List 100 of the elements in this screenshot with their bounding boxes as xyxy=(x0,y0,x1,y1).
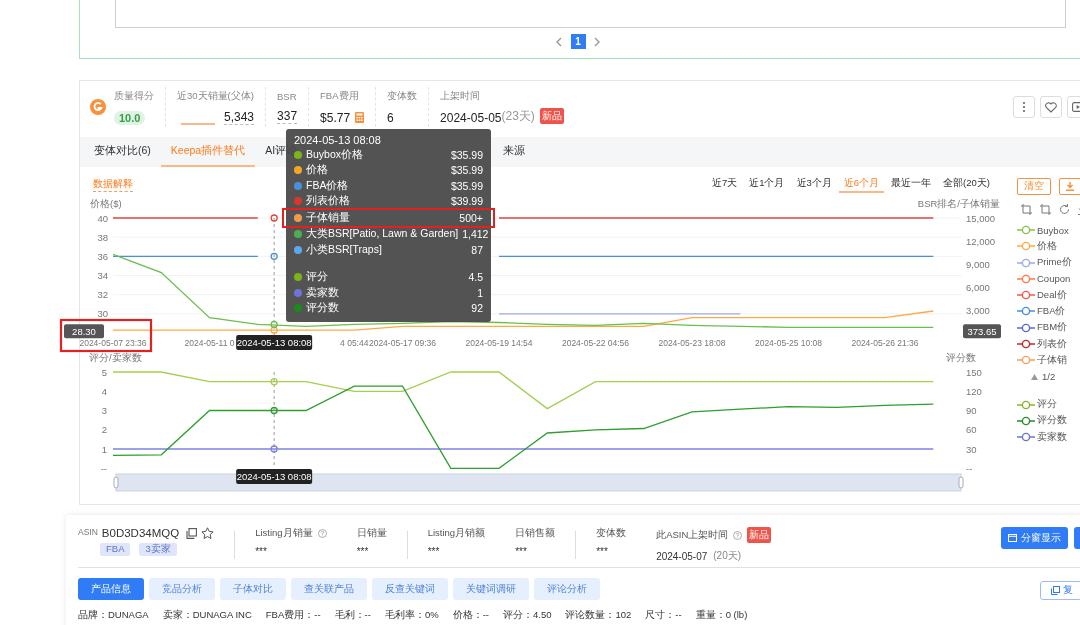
tooltip-series-name: FBA价格 xyxy=(306,178,349,193)
axis-tick-label: 12,000 xyxy=(966,235,996,247)
tooltip-series-name: 子体销量 xyxy=(306,210,350,225)
product-attribute: 价格：-- xyxy=(452,609,489,622)
pointer-time-label: 2024-05-13 08:08 xyxy=(236,469,313,484)
axis-tick-label: 6,000 xyxy=(966,281,990,293)
metric-value: *** xyxy=(515,546,527,557)
axis-tick-label: 1 xyxy=(101,443,107,455)
product-attribute: 毛利率：0% xyxy=(384,609,439,622)
metric-value: 5,343 xyxy=(224,109,255,125)
metric-value: *** xyxy=(596,546,608,557)
axis-tick-label: 15,000 xyxy=(966,212,996,224)
tooltip-value: 500+ xyxy=(458,211,483,224)
pointer-time-label: 2024-05-13 08:08 xyxy=(236,335,313,350)
axis-tick-label: 30 xyxy=(97,308,108,320)
metric-value: 6 xyxy=(387,110,394,125)
axis-tick-label: 2024-05-22 04:56 xyxy=(561,338,630,348)
axis-tick-label: 2024-05-25 10:08 xyxy=(754,338,823,348)
axis-tick-label: 5 xyxy=(101,366,107,378)
axis-tick-label: 150 xyxy=(966,366,982,378)
pointer-value-label: 28.30 xyxy=(64,324,104,339)
tooltip-series-name: 卖家数 xyxy=(306,285,339,300)
product-attribute: 评分：4.50 xyxy=(503,609,552,622)
axis-tick-label: 4 xyxy=(101,385,107,397)
axis-tick-label: -- xyxy=(966,462,973,474)
tooltip-series-name: 评分数 xyxy=(306,301,339,316)
axis-tick-label: 60 xyxy=(966,424,977,436)
product-attribute: 毛利：-- xyxy=(334,609,371,622)
metric-label: 日销量 xyxy=(356,527,387,540)
product-attribute: 重量：0 (lb) xyxy=(695,609,748,622)
product-attribute: 卖家：DUNAGA INC xyxy=(162,609,252,622)
tooltip-series-name: 列表价格 xyxy=(306,194,350,209)
axis-title: BSR排名/子体销量 xyxy=(917,198,1000,209)
axis-title: 评分/卖家数 xyxy=(89,352,142,363)
axis-tick-label: 2024-05-19 14:54 xyxy=(465,338,533,348)
axis-tick-label: 2024-05-23 18:08 xyxy=(658,338,726,348)
axis-tick-label: 9,000 xyxy=(966,258,990,270)
metric-value: $5.77 xyxy=(320,110,351,125)
axis-title: 价格($) xyxy=(90,198,122,209)
new-badge: 新品 xyxy=(747,527,772,543)
metric-value: *** xyxy=(255,546,267,557)
axis-tick-label: 40 xyxy=(97,212,108,224)
product-attribute: FBA费用：-- xyxy=(265,609,321,622)
tooltip-value: $35.99 xyxy=(449,148,483,161)
axis-tick-label: 3 xyxy=(101,405,107,416)
metric-label: FBA费用 xyxy=(320,89,360,103)
metric-label: 变体数 xyxy=(596,527,627,540)
axis-tick-label: 2024-05-17 09:36 xyxy=(368,338,437,348)
metric-label: 近30天销量(父体) xyxy=(177,89,255,103)
metric-label: Listing月销额 xyxy=(427,527,486,540)
metric-label: 质量得分 xyxy=(114,89,154,103)
axis-tick-label: 30 xyxy=(966,443,977,455)
tag: 3卖家 xyxy=(139,543,177,556)
pointer-value-label: 373.65 xyxy=(963,324,1001,339)
metric-value: 2024-05-05 xyxy=(440,110,502,125)
axis-tick-label: 120 xyxy=(966,385,982,397)
metric-value: *** xyxy=(356,546,369,557)
tooltip-value: 87 xyxy=(470,243,483,256)
metric-label: 变体数 xyxy=(387,89,418,103)
metric-label: 日销售额 xyxy=(515,527,556,540)
metric-value: 337 xyxy=(277,108,298,124)
tooltip-value: $35.99 xyxy=(449,164,483,177)
legend-page: 1/2 xyxy=(1042,371,1056,383)
tooltip-series-name: 评分 xyxy=(306,270,328,285)
tag: FBA xyxy=(100,543,131,556)
tooltip-series-name: 小类BSR[Traps] xyxy=(306,242,382,257)
product-attribute: 品牌：DUNAGA xyxy=(78,609,149,622)
tooltip-value: 1,412 xyxy=(461,228,489,241)
metric-value: 2024-05-07 xyxy=(656,550,708,562)
tooltip-value: $35.99 xyxy=(449,179,483,192)
product-attribute: 评论数量：102 xyxy=(565,609,632,622)
days-note: (20天) xyxy=(713,549,742,563)
axis-tick-label: 2024-05-26 21:36 xyxy=(851,338,919,348)
axis-tick-label: 90 xyxy=(966,405,977,416)
axis-tick-label: 2024-05-11 0 xyxy=(184,338,235,348)
product-attribute: 尺寸：-- xyxy=(645,609,682,622)
tooltip-series-name: Buybox价格 xyxy=(306,147,364,162)
axis-title: 评分数 xyxy=(946,352,976,363)
score-badge: 10.0 xyxy=(114,110,146,125)
asin-label: ASIN xyxy=(78,527,98,537)
axis-tick-label: 3,000 xyxy=(966,304,990,316)
metric-label: 上架时间 xyxy=(440,89,482,103)
new-badge: 新品 xyxy=(539,107,564,124)
axis-tick-label: 2 xyxy=(101,424,107,436)
tooltip-value: $39.99 xyxy=(449,195,483,208)
metric-value: *** xyxy=(427,546,440,557)
metric-label: Listing月销量 xyxy=(255,527,313,540)
tooltip-series-name: 大类BSR[Patio, Lawn & Garden] xyxy=(306,227,459,242)
axis-tick-label: 32 xyxy=(97,289,108,301)
axis-tick-label: 4 05:44 xyxy=(340,338,369,348)
tooltip-value: 92 xyxy=(470,302,483,315)
tooltip-time: 2024-05-13 08:08 xyxy=(294,134,382,146)
axis-tick-label: 38 xyxy=(97,231,108,243)
tooltip-series-name: 价格 xyxy=(306,163,328,178)
axis-tick-label: 34 xyxy=(97,270,108,281)
tooltip-value: 4.5 xyxy=(467,271,483,284)
days-note: (23天) xyxy=(501,107,535,125)
metric-label: BSR xyxy=(277,90,298,102)
metric-label: 此ASIN上架时间 xyxy=(656,528,729,542)
axis-tick-label: 2024-05-07 23:36 xyxy=(79,338,147,348)
